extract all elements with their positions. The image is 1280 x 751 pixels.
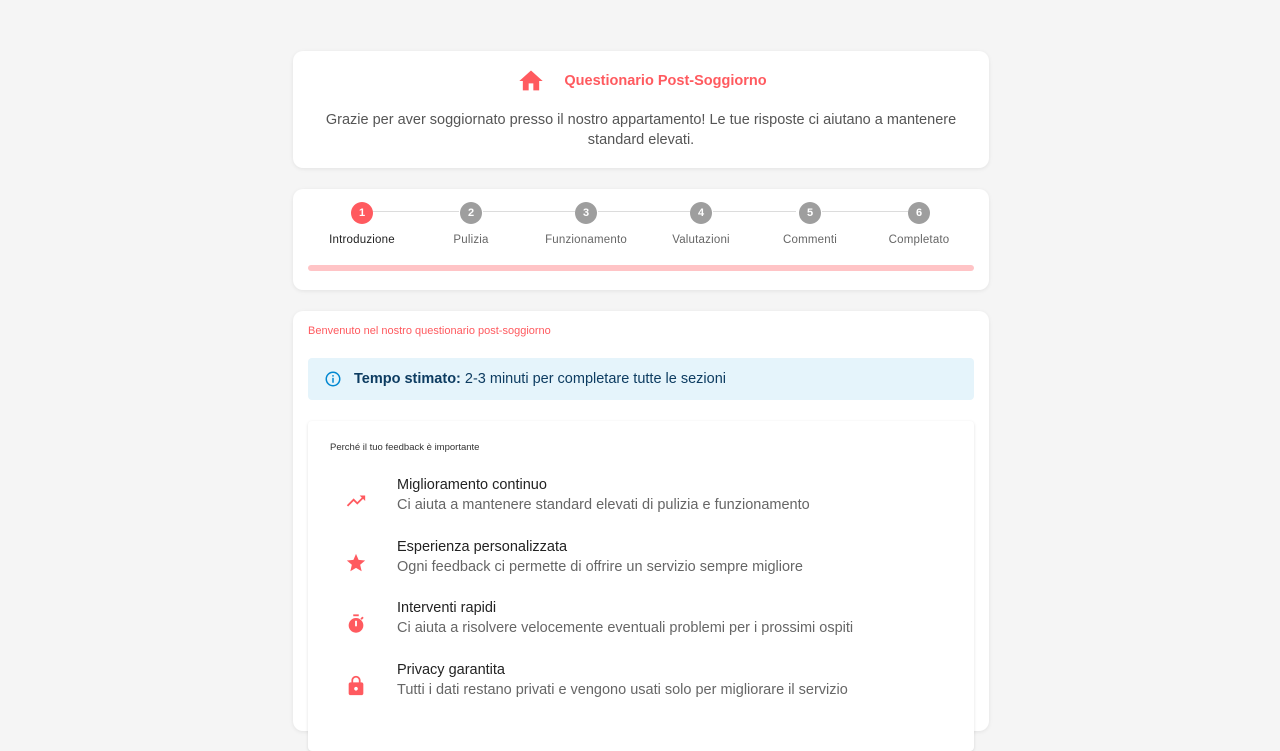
item-title: Miglioramento continuo xyxy=(397,477,547,493)
step-label: Pulizia xyxy=(453,234,489,246)
progress-bar xyxy=(308,265,974,271)
item-title: Privacy garantita xyxy=(397,662,505,678)
step-commenti[interactable]: 5 Commenti xyxy=(750,202,870,246)
step-number: 3 xyxy=(575,202,597,224)
step-valutazioni[interactable]: 4 Valutazioni xyxy=(641,202,761,246)
step-label: Funzionamento xyxy=(545,234,627,246)
step-label: Valutazioni xyxy=(672,234,730,246)
item-description: Ogni feedback ci permette di offrire un … xyxy=(397,559,803,575)
info-alert: Tempo stimato: 2-3 minuti per completare … xyxy=(308,358,974,400)
item-title: Interventi rapidi xyxy=(397,600,497,616)
info-value: 2-3 minuti per completare tutte le sezio… xyxy=(464,371,727,387)
step-funzionamento[interactable]: 3 Funzionamento xyxy=(526,202,646,246)
page-title: Questionario Post-Soggiorno xyxy=(564,73,767,89)
item-description: Ci aiuta a mantenere standard elevati di… xyxy=(397,497,810,513)
list-item: Privacy garantita Tutti i dati restano p… xyxy=(338,662,964,706)
info-text: Tempo stimato: 2-3 minuti per completare … xyxy=(354,371,726,387)
step-pulizia[interactable]: 2 Pulizia xyxy=(411,202,531,246)
list-item: Esperienza personalizzata Ogni feedback … xyxy=(338,539,964,583)
item-title: Esperienza personalizzata xyxy=(397,539,568,555)
star-icon xyxy=(346,553,366,572)
page-subtitle: Grazie per aver soggiornato presso il no… xyxy=(325,112,957,148)
step-number: 1 xyxy=(351,202,373,224)
step-introduzione[interactable]: 1 Introduzione xyxy=(302,202,422,246)
feedback-title: Perché il tuo feedback è importante xyxy=(330,442,480,453)
list-item: Interventi rapidi Ci aiuta a risolvere v… xyxy=(338,600,964,644)
info-label: Tempo stimato: xyxy=(354,371,461,387)
list-item: Miglioramento continuo Ci aiuta a manten… xyxy=(338,477,964,521)
step-number: 5 xyxy=(799,202,821,224)
feedback-card: Perché il tuo feedback è importante Migl… xyxy=(308,421,974,751)
trending-up-icon xyxy=(346,495,366,507)
item-description: Tutti i dati restano privati e vengono u… xyxy=(397,682,848,698)
timer-icon xyxy=(348,614,364,633)
info-icon xyxy=(325,371,341,387)
item-description: Ci aiuta a risolvere velocemente eventua… xyxy=(397,620,854,636)
step-number: 2 xyxy=(460,202,482,224)
step-label: Introduzione xyxy=(329,234,395,246)
home-icon xyxy=(519,70,544,91)
step-number: 6 xyxy=(908,202,930,224)
stepper-card: 1 Introduzione 2 Pulizia 3 Funzionamento… xyxy=(293,189,989,290)
main-card: Benvenuto nel nostro questionario post-s… xyxy=(293,311,989,751)
step-number: 4 xyxy=(690,202,712,224)
header-title-row: Questionario Post-Soggiorno xyxy=(293,67,989,95)
lock-icon xyxy=(348,675,364,696)
step-label: Commenti xyxy=(782,234,837,246)
welcome-text: Benvenuto nel nostro questionario post-s… xyxy=(308,325,551,337)
step-completato[interactable]: 6 Completato xyxy=(859,202,979,246)
step-label: Completato xyxy=(888,234,950,246)
header-card: Questionario Post-Soggiorno Grazie per a… xyxy=(293,51,989,168)
